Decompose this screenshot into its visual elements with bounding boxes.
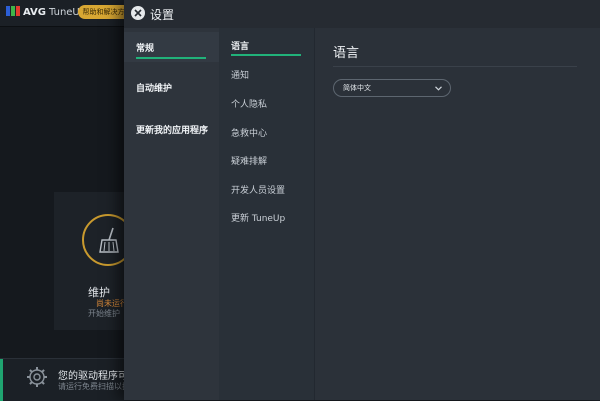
category-label: 常规 xyxy=(136,44,155,54)
category-label: 更新我的应用程序 xyxy=(136,126,209,136)
subitem-label: 急救中心 xyxy=(231,129,268,139)
subitem-developer-settings[interactable]: 开发人员设置 xyxy=(219,177,314,201)
language-select-value: 简体中文 xyxy=(343,84,371,92)
subitem-privacy[interactable]: 个人隐私 xyxy=(219,91,314,115)
chevron-down-icon xyxy=(435,86,442,91)
settings-content: 语言 简体中文 xyxy=(315,28,600,400)
subitem-label: 语言 xyxy=(231,42,250,52)
gear-icon xyxy=(27,367,47,387)
subitem-language[interactable]: 语言 xyxy=(219,33,314,57)
driver-banner-subtitle: 请运行免费扫描以找 xyxy=(58,382,130,391)
subitem-label: 更新 TuneUp xyxy=(231,214,286,224)
content-title: 语言 xyxy=(333,46,360,61)
broom-icon xyxy=(99,227,119,253)
maintenance-note: 开始维护 xyxy=(88,309,120,318)
subitem-label: 通知 xyxy=(231,71,250,81)
settings-subitem-list: 语言 通知 个人隐私 急救中心 疑难排解 开发人员设置 更新 TuneUp xyxy=(219,28,315,400)
settings-category-list: 常规 自动维护 更新我的应用程序 xyxy=(124,28,219,400)
subitem-label: 疑难排解 xyxy=(231,157,268,167)
language-select[interactable]: 简体中文 xyxy=(333,79,451,97)
app-logo: AVG TuneUp xyxy=(6,6,86,18)
settings-panel: 设置 常规 自动维护 更新我的应用程序 语言 通知 个人隐私 急救中心 疑难排解 xyxy=(124,0,600,400)
category-update-apps[interactable]: 更新我的应用程序 xyxy=(124,114,219,144)
category-auto-maintenance[interactable]: 自动维护 xyxy=(124,72,219,102)
close-icon xyxy=(134,9,142,17)
subitem-rescue-center[interactable]: 急救中心 xyxy=(219,120,314,144)
subitem-label: 开发人员设置 xyxy=(231,186,286,196)
settings-header: 设置 xyxy=(124,0,600,28)
avg-logo-icon xyxy=(6,6,20,16)
category-label: 自动维护 xyxy=(136,84,173,94)
subitem-notifications[interactable]: 通知 xyxy=(219,62,314,86)
settings-title: 设置 xyxy=(150,8,175,22)
category-general[interactable]: 常规 xyxy=(124,32,219,62)
active-underline xyxy=(136,57,206,59)
banner-accent-stripe xyxy=(0,359,3,401)
content-divider xyxy=(333,66,577,67)
active-underline xyxy=(231,54,301,56)
subitem-label: 个人隐私 xyxy=(231,100,268,110)
app-logo-text: AVG xyxy=(23,7,47,18)
subitem-troubleshooting[interactable]: 疑难排解 xyxy=(219,148,314,172)
close-button[interactable] xyxy=(131,6,145,20)
subitem-update-tuneup[interactable]: 更新 TuneUp xyxy=(219,205,314,229)
